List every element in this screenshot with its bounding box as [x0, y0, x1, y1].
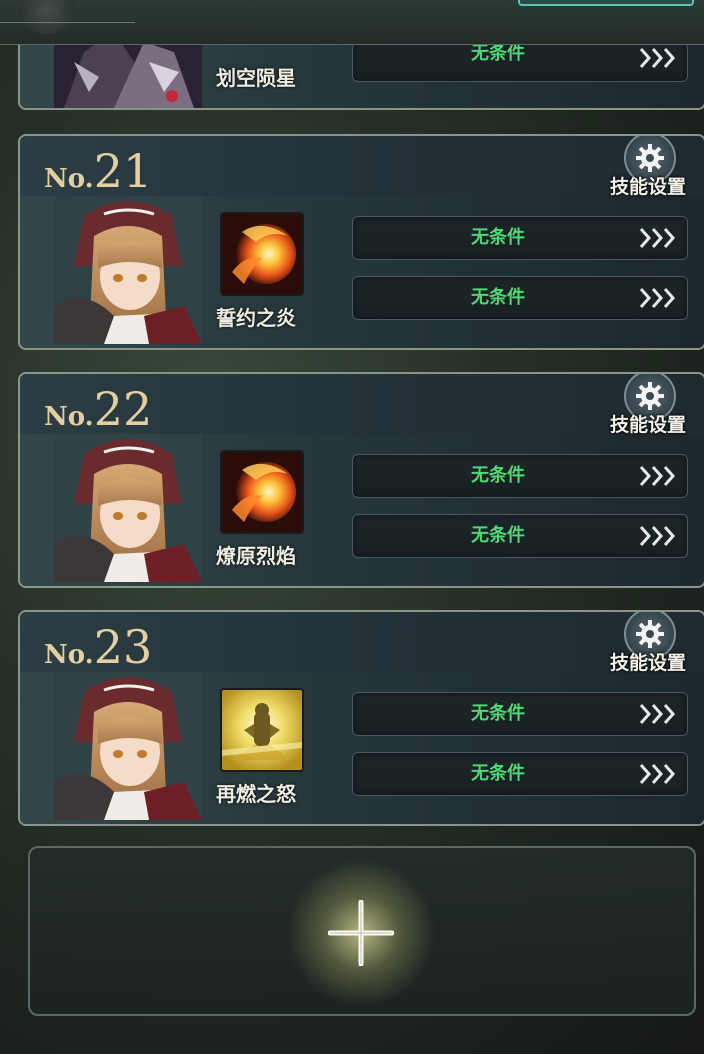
triple-chevron-icon [639, 704, 676, 724]
skill-card: No.23 技能设置 再燃之怒 无条件 无条件 [18, 610, 704, 826]
triple-chevron-icon [639, 228, 676, 248]
skill-settings-label: 技能设置 [609, 414, 686, 436]
skill-name: 燎原烈焰 [216, 544, 296, 568]
condition-row[interactable]: 无条件 [352, 276, 688, 320]
emblem-icon [18, 0, 76, 34]
skill-name: 誓约之炎 [216, 306, 296, 330]
condition-text: 无条件 [471, 227, 525, 248]
triple-chevron-icon [639, 526, 676, 546]
triple-chevron-icon [639, 288, 676, 308]
triple-chevron-icon [639, 764, 676, 784]
top-bar [0, 0, 704, 45]
condition-row[interactable]: 无条件 [352, 692, 688, 736]
skill-settings-button[interactable]: 技能设置 [604, 374, 690, 436]
skill-settings-label: 技能设置 [609, 652, 686, 674]
fireball-icon [220, 450, 304, 534]
character-portrait [54, 672, 202, 820]
skill-settings-button[interactable]: 技能设置 [604, 612, 690, 674]
divider [0, 22, 135, 23]
slot-number-value: 21 [93, 144, 153, 198]
condition-row[interactable]: 无条件 [352, 514, 688, 558]
slot-number-value: 22 [93, 382, 153, 436]
slot-number-value: 23 [93, 620, 153, 674]
skill-settings-label: 技能设置 [609, 176, 686, 198]
character-portrait [54, 434, 202, 582]
fireball-icon [220, 212, 304, 296]
condition-row[interactable]: 无条件 [352, 752, 688, 796]
add-slot-button[interactable] [28, 846, 696, 1016]
skill-settings-button[interactable]: 技能设置 [604, 136, 690, 198]
condition-text: 无条件 [471, 525, 525, 546]
skill-name: 再燃之怒 [216, 782, 296, 806]
skill-card: No.22 技能设置 燎原烈焰 无条件 无条件 [18, 372, 704, 588]
golden-statue-icon [220, 688, 304, 772]
slot-number-prefix: No. [44, 640, 94, 670]
condition-text: 无条件 [471, 703, 525, 724]
top-right-button[interactable] [518, 0, 694, 6]
skill-name: 划空陨星 [216, 66, 296, 90]
condition-text: 无条件 [471, 465, 525, 486]
slot-number-prefix: No. [44, 402, 94, 432]
slot-number: No.22 [44, 382, 152, 436]
skill-card: No.21 技能设置 誓约之炎 无条件 无条件 [18, 134, 704, 350]
condition-text: 无条件 [471, 287, 525, 308]
triple-chevron-icon [639, 466, 676, 486]
plus-icon [328, 900, 394, 966]
slot-number: No.21 [44, 144, 152, 198]
slot-number-prefix: No. [44, 164, 94, 194]
condition-row[interactable]: 无条件 [352, 42, 688, 82]
condition-row[interactable]: 无条件 [352, 454, 688, 498]
slot-number: No.23 [44, 620, 152, 674]
condition-row[interactable]: 无条件 [352, 216, 688, 260]
triple-chevron-icon [639, 48, 676, 68]
character-portrait [54, 196, 202, 344]
condition-text: 无条件 [471, 763, 525, 784]
